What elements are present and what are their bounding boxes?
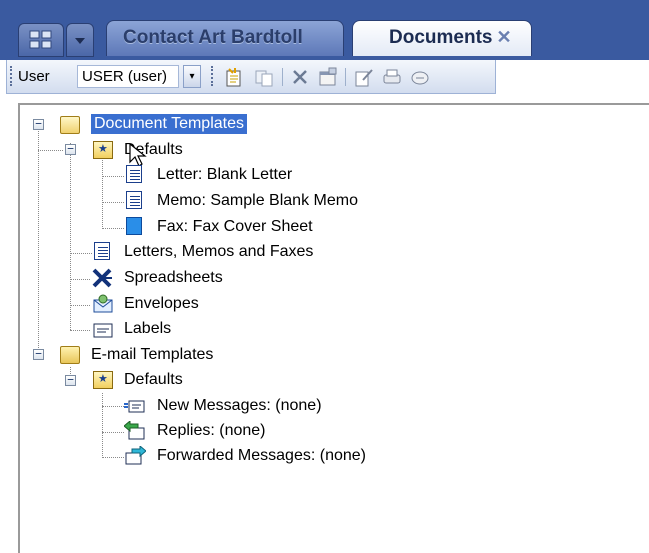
tree-line — [70, 305, 90, 306]
user-select-value: USER (user) — [82, 68, 168, 85]
user-select[interactable]: USER (user) — [77, 65, 179, 88]
collapse-document-templates[interactable]: − — [33, 117, 44, 130]
template-tree[interactable]: − Document Templates − Defaults Letter: … — [18, 103, 649, 553]
chevron-down-icon — [75, 38, 85, 44]
tree-line — [102, 393, 103, 458]
copy-icon[interactable] — [253, 66, 275, 88]
merge-icon[interactable] — [409, 66, 431, 88]
properties-icon[interactable] — [317, 66, 339, 88]
tree-item-letter-blank[interactable]: Letter: Blank Letter — [157, 165, 292, 185]
tree-line — [70, 330, 90, 331]
spreadsheet-icon — [92, 268, 112, 288]
tree-item-forwarded[interactable]: Forwarded Messages: (none) — [157, 446, 366, 466]
minus-icon: − — [35, 117, 42, 130]
reply-icon — [124, 421, 145, 440]
tab-contact-label: Contact Art Bardtoll — [123, 27, 303, 48]
tree-item-spreadsheets[interactable]: Spreadsheets — [124, 268, 223, 288]
document-icon — [126, 165, 142, 183]
tree-line — [70, 279, 90, 280]
forward-icon — [125, 446, 146, 465]
close-icon[interactable]: ✕ — [496, 27, 511, 47]
tree-line — [102, 457, 124, 458]
app-menu-button[interactable] — [18, 23, 64, 57]
tree-item-email-defaults[interactable]: Defaults — [124, 370, 183, 390]
tab-documents[interactable]: Documents ✕ — [352, 20, 532, 56]
envelope-icon — [93, 294, 113, 313]
toolbar-separator — [345, 68, 346, 86]
tree-line — [38, 150, 63, 151]
tree-item-letters-memos-faxes[interactable]: Letters, Memos and Faxes — [124, 242, 313, 262]
fax-document-icon — [126, 217, 142, 235]
tab-list-dropdown[interactable] — [66, 23, 94, 57]
chevron-down-icon: ▾ — [189, 71, 195, 82]
grid-icon — [29, 30, 52, 49]
tree-line — [38, 127, 39, 352]
tree-line — [70, 253, 92, 254]
folder-icon — [60, 346, 80, 364]
document-icon — [126, 191, 142, 209]
tree-item-document-templates[interactable]: Document Templates — [91, 114, 247, 134]
tree-item-replies[interactable]: Replies: (none) — [157, 421, 266, 441]
collapse-email-defaults[interactable]: − — [65, 373, 76, 386]
tab-bar: Contact Art Bardtoll Documents ✕ — [0, 8, 649, 60]
tree-item-fax-cover[interactable]: Fax: Fax Cover Sheet — [157, 217, 313, 237]
tree-line — [102, 202, 124, 203]
default-folder-icon — [93, 141, 113, 159]
tree-item-envelopes[interactable]: Envelopes — [124, 294, 199, 314]
collapse-defaults[interactable]: − — [65, 142, 76, 155]
minus-icon: − — [67, 373, 74, 386]
tree-line — [102, 432, 124, 433]
new-template-icon[interactable] — [223, 66, 245, 88]
tree-line — [102, 228, 124, 229]
tree-line — [102, 176, 124, 177]
toolbar: User USER (user) ▾ — [6, 60, 496, 94]
open-folder-icon — [60, 116, 80, 134]
tree-line — [102, 153, 103, 229]
minus-icon: − — [67, 142, 74, 155]
tree-item-labels[interactable]: Labels — [124, 319, 171, 339]
toolbar-grip-2[interactable] — [211, 66, 216, 86]
tree-item-new-messages[interactable]: New Messages: (none) — [157, 396, 322, 416]
tree-line — [102, 406, 124, 407]
minus-icon: − — [35, 347, 42, 360]
edit-icon[interactable] — [353, 66, 375, 88]
document-icon — [94, 242, 110, 260]
new-message-icon — [124, 400, 145, 413]
default-folder-icon — [93, 371, 113, 389]
toolbar-grip[interactable] — [10, 66, 15, 86]
toolbar-separator — [282, 68, 283, 86]
delete-icon[interactable] — [289, 66, 311, 88]
collapse-email-templates[interactable]: − — [33, 347, 44, 360]
label-icon — [93, 323, 113, 338]
tree-item-memo-blank[interactable]: Memo: Sample Blank Memo — [157, 191, 358, 211]
tab-contact[interactable]: Contact Art Bardtoll — [106, 20, 344, 56]
print-icon[interactable] — [381, 66, 403, 88]
tab-documents-label: Documents — [389, 27, 493, 48]
tree-line — [70, 143, 71, 330]
user-label: User — [18, 68, 50, 85]
tree-item-email-templates[interactable]: E-mail Templates — [91, 345, 213, 365]
user-select-dropdown-button[interactable]: ▾ — [183, 65, 201, 88]
